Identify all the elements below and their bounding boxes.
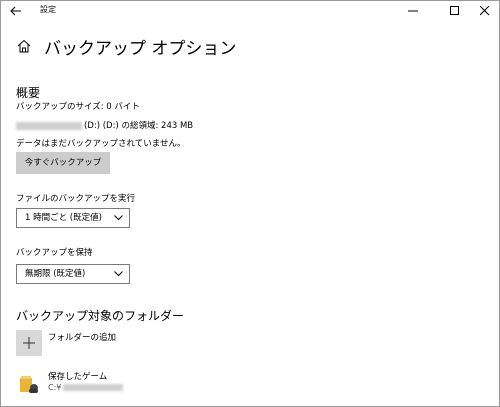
redacted-path <box>63 384 124 391</box>
plus-icon <box>23 337 35 349</box>
title-bar: 設定 <box>0 0 500 22</box>
retention-label: バックアップを保持 <box>16 248 93 258</box>
close-icon <box>480 6 490 16</box>
drive-info-text: (D:) (D:) の総領域: 243 MB <box>84 121 194 131</box>
maximize-icon <box>450 6 459 15</box>
chevron-down-icon <box>114 271 123 277</box>
backup-status-text: データはまだバックアップされていません。 <box>16 139 186 149</box>
retention-selected: 無期限 (既定値) <box>25 269 86 279</box>
page-title: バックアップ オプション <box>44 39 237 59</box>
folders-heading: バックアップ対象のフォルダー <box>16 309 185 323</box>
redacted-drive-name <box>16 121 82 130</box>
backup-now-button[interactable]: 今すぐバックアップ <box>16 152 110 174</box>
maximize-button[interactable] <box>438 0 472 22</box>
frequency-label: ファイルのバックアップを実行 <box>16 194 136 204</box>
drive-info-row: (D:) (D:) の総領域: 243 MB <box>16 119 193 131</box>
minimize-button[interactable] <box>396 0 430 22</box>
folder-item-path: C:¥ <box>48 383 124 392</box>
back-arrow-icon[interactable] <box>8 3 24 19</box>
chevron-down-icon <box>114 215 123 221</box>
overview-heading: 概要 <box>16 86 41 100</box>
backup-size-text: バックアップのサイズ: 0 バイト <box>16 102 140 112</box>
minimize-icon <box>408 10 418 12</box>
folder-item-name[interactable]: 保存したゲーム <box>48 370 107 382</box>
frequency-selected: 1 時間ごと (既定値) <box>25 213 102 223</box>
frequency-dropdown[interactable]: 1 時間ごと (既定値) <box>16 208 130 228</box>
add-folder-label[interactable]: フォルダーの追加 <box>48 331 116 343</box>
add-folder-button[interactable] <box>16 330 42 356</box>
window-title: 設定 <box>40 5 56 14</box>
home-icon[interactable] <box>17 39 31 53</box>
saved-games-icon <box>20 376 38 393</box>
retention-dropdown[interactable]: 無期限 (既定値) <box>16 264 130 284</box>
close-button[interactable] <box>468 0 500 22</box>
folder-path-prefix: C:¥ <box>48 383 62 392</box>
